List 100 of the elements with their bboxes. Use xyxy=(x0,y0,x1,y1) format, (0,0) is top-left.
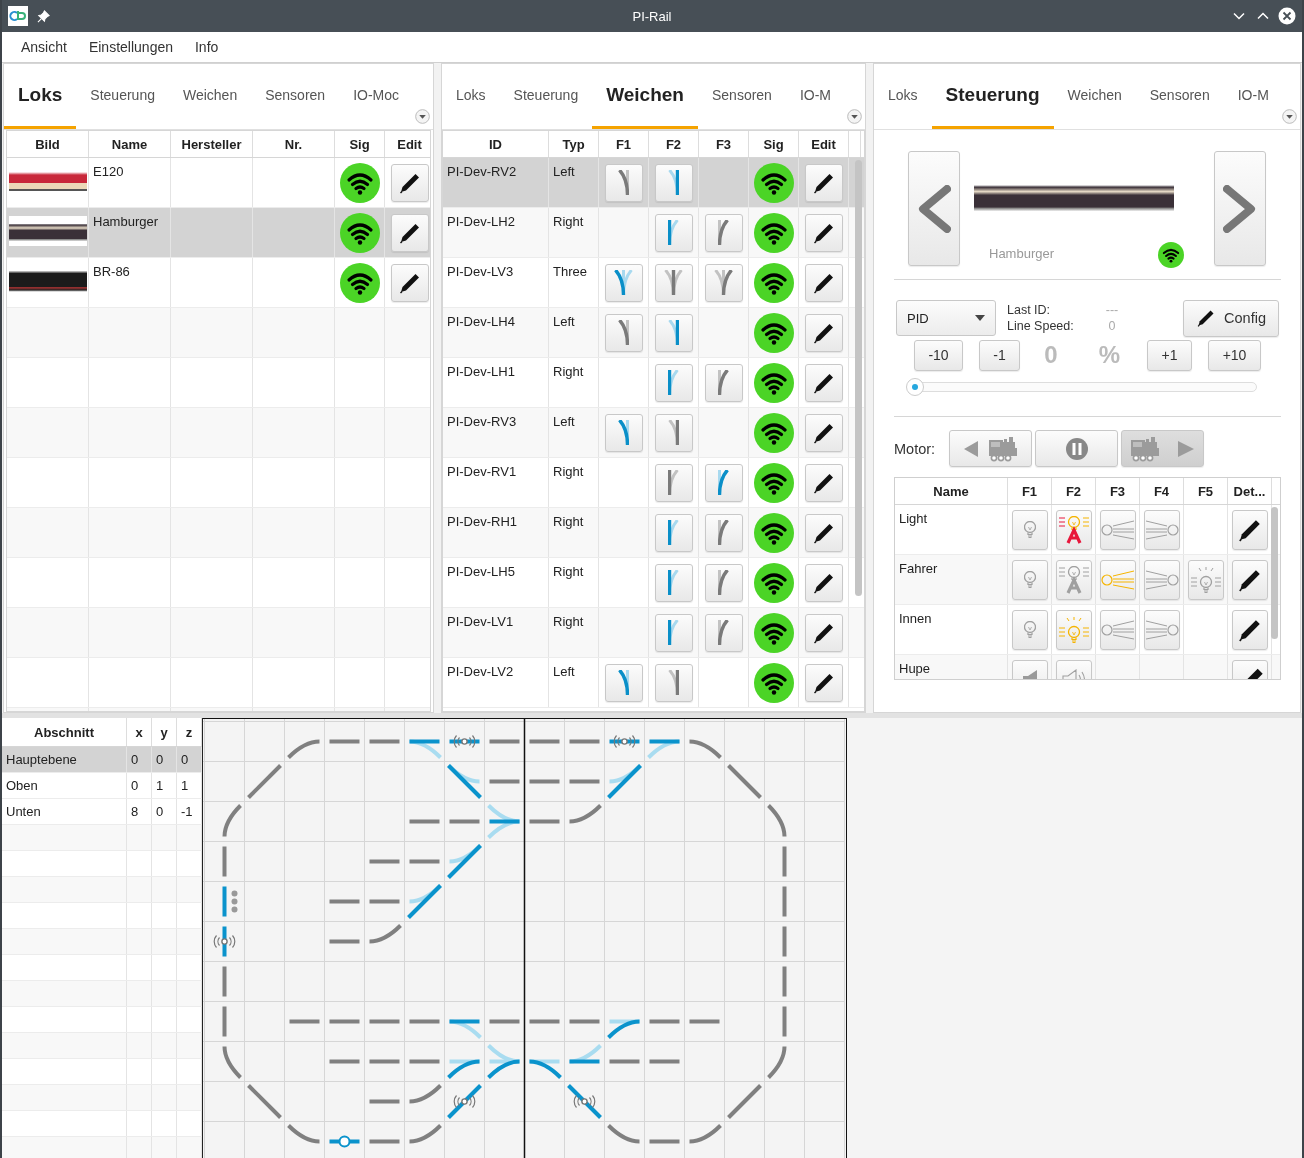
table-row[interactable]: PI-Dev-LV1 Right xyxy=(443,608,864,658)
column-header[interactable]: F3 xyxy=(1096,478,1140,504)
table-row[interactable]: PI-Dev-LH4 Left xyxy=(443,308,864,358)
column-header[interactable]: F2 xyxy=(649,131,699,157)
tab[interactable]: Sensoren xyxy=(251,64,340,129)
edit-button[interactable] xyxy=(804,563,843,602)
column-header[interactable]: Bild xyxy=(7,131,89,157)
dropdown-icon[interactable] xyxy=(1282,109,1297,124)
table-row[interactable]: E120 xyxy=(7,158,430,208)
column-header[interactable]: F4 xyxy=(1140,478,1184,504)
edit-button[interactable] xyxy=(390,163,429,202)
turnout-button[interactable] xyxy=(704,363,743,402)
turnout-button[interactable] xyxy=(654,263,693,302)
tab[interactable]: IO-M xyxy=(1223,64,1280,129)
function-button[interactable] xyxy=(1143,609,1180,650)
function-button[interactable] xyxy=(1143,509,1180,550)
turnout-button[interactable] xyxy=(654,413,693,452)
pin-icon[interactable] xyxy=(37,9,50,23)
tab[interactable]: Weichen xyxy=(168,64,252,129)
edit-button[interactable] xyxy=(804,213,843,252)
function-button[interactable] xyxy=(1099,609,1136,650)
table-row[interactable]: PI-Dev-LH2 Right xyxy=(443,208,864,258)
edit-button[interactable] xyxy=(804,463,843,502)
column-header[interactable]: F1 xyxy=(599,131,649,157)
column-header[interactable]: Typ xyxy=(549,131,599,157)
turnout-button[interactable] xyxy=(604,413,643,452)
edit-button[interactable] xyxy=(804,163,843,202)
turnout-button[interactable] xyxy=(704,563,743,602)
table-row[interactable]: Unten 8 0 -1 xyxy=(2,799,202,825)
turnout-button[interactable] xyxy=(604,263,643,302)
function-button[interactable] xyxy=(1099,509,1136,550)
turnout-button[interactable] xyxy=(654,213,693,252)
tab[interactable]: IO-Moc xyxy=(339,64,413,129)
table-row[interactable]: Hauptebene 0 0 0 xyxy=(2,747,202,773)
table-row[interactable]: PI-Dev-LV3 Three xyxy=(443,258,864,308)
edit-button[interactable] xyxy=(804,613,843,652)
turnout-button[interactable] xyxy=(704,213,743,252)
column-header[interactable]: Name xyxy=(89,131,171,157)
edit-button[interactable] xyxy=(804,413,843,452)
turnout-button[interactable] xyxy=(654,513,693,552)
column-header[interactable]: F3 xyxy=(699,131,749,157)
column-header[interactable]: Sig xyxy=(335,131,385,157)
column-header[interactable]: Edit xyxy=(799,131,849,157)
column-header[interactable]: Hersteller xyxy=(171,131,253,157)
column-header[interactable]: z xyxy=(177,718,202,746)
column-header[interactable]: ID xyxy=(443,131,549,157)
edit-button[interactable] xyxy=(804,313,843,352)
column-header[interactable]: y xyxy=(152,718,177,746)
menu-item[interactable]: Einstellungen xyxy=(77,39,184,55)
tab[interactable]: Steuerung xyxy=(931,64,1054,129)
turnout-button[interactable] xyxy=(654,663,693,702)
column-header[interactable]: F5 xyxy=(1184,478,1228,504)
scrollbar[interactable] xyxy=(855,160,862,596)
column-header[interactable]: Name xyxy=(895,478,1008,504)
table-row[interactable]: PI-Dev-RH1 Right xyxy=(443,508,864,558)
reverse-button[interactable] xyxy=(949,430,1032,467)
turnout-button[interactable] xyxy=(654,463,693,502)
turnout-button[interactable] xyxy=(654,313,693,352)
function-button[interactable] xyxy=(1011,559,1048,600)
function-button[interactable] xyxy=(1055,509,1092,550)
menu-item[interactable]: Ansicht xyxy=(10,39,78,55)
dropdown-icon[interactable] xyxy=(847,109,862,124)
step-button[interactable]: +10 xyxy=(1208,339,1261,371)
tab[interactable]: Sensoren xyxy=(697,64,786,129)
table-row[interactable]: BR-86 xyxy=(7,258,430,308)
tab[interactable]: Loks xyxy=(874,64,932,129)
edit-button[interactable] xyxy=(390,263,429,302)
turnout-button[interactable] xyxy=(604,313,643,352)
turnout-button[interactable] xyxy=(604,163,643,202)
tab[interactable]: IO-M xyxy=(785,64,845,129)
step-button[interactable]: -1 xyxy=(979,339,1020,371)
table-row[interactable]: Hamburger xyxy=(7,208,430,258)
tab[interactable]: Loks xyxy=(442,64,500,129)
scrollbar[interactable] xyxy=(1271,507,1278,639)
step-button[interactable]: +1 xyxy=(1147,339,1192,371)
dropdown-icon[interactable] xyxy=(415,109,430,124)
menu-item[interactable]: Info xyxy=(184,39,230,55)
turnout-button[interactable] xyxy=(704,463,743,502)
table-row[interactable]: PI-Dev-RV3 Left xyxy=(443,408,864,458)
function-button[interactable] xyxy=(1011,609,1048,650)
edit-button[interactable] xyxy=(804,513,843,552)
close-icon[interactable] xyxy=(1278,7,1296,25)
column-header[interactable]: Sig xyxy=(749,131,799,157)
tab[interactable]: Steuerung xyxy=(76,64,169,129)
turnout-button[interactable] xyxy=(704,613,743,652)
column-header[interactable]: Edit xyxy=(385,131,430,157)
turnout-button[interactable] xyxy=(704,513,743,552)
function-button[interactable] xyxy=(1143,559,1180,600)
column-header[interactable]: Nr. xyxy=(253,131,335,157)
next-button[interactable] xyxy=(1214,151,1266,266)
table-row[interactable]: PI-Dev-RV1 Right xyxy=(443,458,864,508)
edit-button[interactable] xyxy=(1231,609,1268,650)
table-row[interactable]: PI-Dev-LH1 Right xyxy=(443,358,864,408)
column-header[interactable]: F1 xyxy=(1008,478,1052,504)
edit-button[interactable] xyxy=(1231,559,1268,600)
function-button[interactable] xyxy=(1011,509,1048,550)
table-row[interactable]: PI-Dev-LH5 Right xyxy=(443,558,864,608)
step-button[interactable]: -10 xyxy=(914,339,963,371)
stop-button[interactable] xyxy=(1035,430,1118,467)
tab[interactable]: Sensoren xyxy=(1135,64,1224,129)
